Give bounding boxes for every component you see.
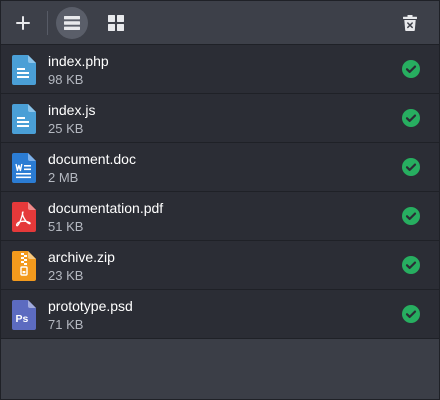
pdf-icon: [12, 202, 36, 232]
add-file-button[interactable]: [7, 7, 39, 39]
grid-view-icon: [108, 15, 124, 31]
document-icon: [12, 104, 36, 134]
file-name: document.doc: [48, 151, 136, 167]
file-row[interactable]: document.doc 2 MB: [1, 143, 439, 192]
check-circle-icon: [402, 158, 420, 176]
check-circle-icon: [402, 60, 420, 78]
file-size: 25 KB: [48, 121, 84, 136]
grid-view-button[interactable]: [100, 7, 132, 39]
file-uploader-panel: index.php 98 KB index.js 25 KB document.…: [0, 0, 440, 400]
file-row[interactable]: index.js 25 KB: [1, 94, 439, 143]
document-icon: [12, 55, 36, 85]
photoshop-file-icon: Ps: [12, 300, 36, 330]
file-name: archive.zip: [48, 249, 115, 265]
trash-icon: [403, 15, 417, 31]
toolbar-divider: [47, 11, 48, 35]
file-name: documentation.pdf: [48, 200, 164, 216]
check-circle-icon: [402, 109, 420, 127]
plus-icon: [16, 16, 30, 30]
svg-text:Ps: Ps: [16, 313, 29, 325]
file-size: 71 KB: [48, 317, 84, 332]
file-row[interactable]: documentation.pdf 51 KB: [1, 192, 439, 241]
file-row[interactable]: index.php 98 KB: [1, 45, 439, 94]
file-name: index.php: [48, 53, 109, 69]
file-size: 51 KB: [48, 219, 84, 234]
check-circle-icon: [402, 256, 420, 274]
file-name: prototype.psd: [48, 298, 133, 314]
check-circle-icon: [402, 305, 420, 323]
file-row[interactable]: archive.zip 23 KB: [1, 241, 439, 290]
file-size: 98 KB: [48, 72, 84, 87]
list-view-icon: [64, 16, 80, 30]
word-document-icon: [12, 153, 36, 183]
file-row[interactable]: Ps prototype.psd 71 KB: [1, 290, 439, 339]
list-view-button[interactable]: [56, 7, 88, 39]
check-circle-icon: [402, 207, 420, 225]
zip-archive-icon: [12, 251, 36, 281]
file-name: index.js: [48, 102, 96, 118]
clear-all-button[interactable]: [394, 7, 426, 39]
file-list: index.php 98 KB index.js 25 KB document.…: [1, 44, 439, 339]
file-size: 2 MB: [48, 170, 79, 185]
file-size: 23 KB: [48, 268, 84, 283]
toolbar: [1, 1, 439, 44]
